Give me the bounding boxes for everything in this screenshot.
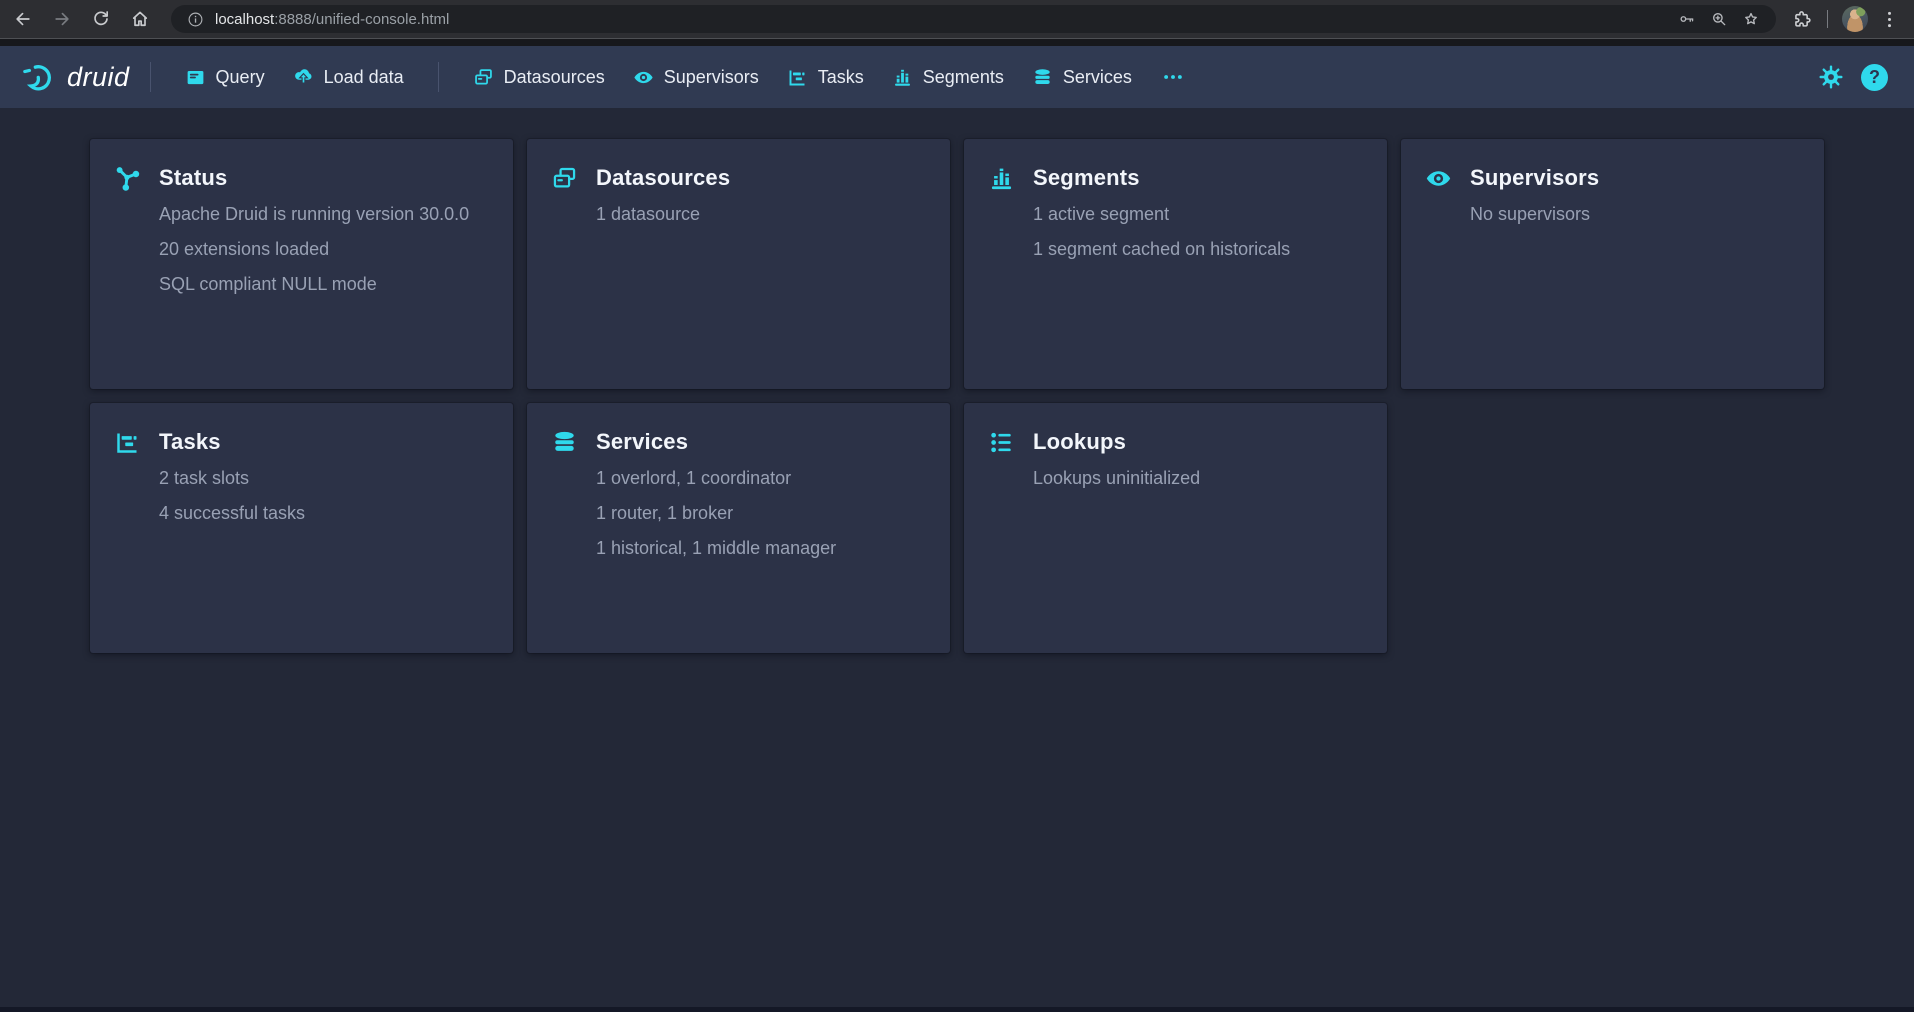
card-datasources[interactable]: Datasources 1 datasource	[527, 139, 950, 389]
nav-item-services[interactable]: Services	[1032, 67, 1132, 88]
site-info-icon[interactable]	[187, 11, 204, 28]
home-button[interactable]	[125, 4, 155, 34]
nav-item-label: Tasks	[818, 67, 864, 88]
status-cards-grid: Status Apache Druid is running version 3…	[90, 139, 1840, 653]
card-line: SQL compliant NULL mode	[159, 267, 489, 302]
card-status[interactable]: Status Apache Druid is running version 3…	[90, 139, 513, 389]
url-host: localhost	[215, 11, 274, 28]
card-segments[interactable]: Segments 1 active segment 1 segment cach…	[964, 139, 1387, 389]
browser-nav-buttons	[8, 4, 155, 34]
card-line: 20 extensions loaded	[159, 232, 489, 267]
druid-swirl-icon	[22, 61, 58, 93]
nav-item-load-data[interactable]: Load data	[293, 67, 404, 88]
extensions-icon[interactable]	[1792, 9, 1813, 30]
profile-avatar[interactable]	[1842, 6, 1868, 32]
browser-toolbar: localhost:8888/unified-console.html	[0, 0, 1914, 38]
card-line: No supervisors	[1470, 197, 1800, 232]
kebab-menu-icon[interactable]	[1879, 9, 1900, 30]
forward-button[interactable]	[47, 4, 77, 34]
navbar-divider	[150, 62, 151, 92]
star-icon[interactable]	[1742, 10, 1760, 28]
card-title: Supervisors	[1470, 163, 1599, 193]
card-line: 1 historical, 1 middle manager	[596, 531, 926, 566]
card-line: 2 task slots	[159, 461, 489, 496]
nav-item-label: Load data	[324, 67, 404, 88]
database-icon	[1032, 67, 1053, 88]
card-line: 1 router, 1 broker	[596, 496, 926, 531]
navbar-right: ?	[1818, 64, 1888, 91]
reload-button[interactable]	[86, 4, 116, 34]
url-path: :8888/unified-console.html	[274, 11, 449, 28]
properties-icon	[988, 429, 1015, 456]
help-button[interactable]: ?	[1861, 64, 1888, 91]
nav-item-datasources[interactable]: Datasources	[473, 67, 605, 88]
card-title: Segments	[1033, 163, 1140, 193]
nav-item-label: Datasources	[504, 67, 605, 88]
settings-button[interactable]	[1818, 64, 1844, 90]
window-gap	[0, 38, 1914, 46]
gear-icon	[1818, 64, 1844, 90]
window-bottom-edge	[0, 1007, 1914, 1012]
nav-item-segments[interactable]: Segments	[892, 67, 1004, 88]
url-text: localhost:8888/unified-console.html	[215, 11, 1678, 28]
cloud-upload-icon	[293, 67, 314, 88]
gantt-chart-icon	[114, 429, 141, 456]
eye-icon	[633, 67, 654, 88]
card-services[interactable]: Services 1 overlord, 1 coordinator 1 rou…	[527, 403, 950, 653]
zoom-in-icon[interactable]	[1710, 10, 1728, 28]
back-button[interactable]	[8, 4, 38, 34]
home-icon	[130, 9, 150, 29]
forward-icon	[52, 9, 72, 29]
nav-item-label: Query	[216, 67, 265, 88]
card-line: 1 active segment	[1033, 197, 1363, 232]
omnibox-actions	[1678, 10, 1760, 28]
browser-window: localhost:8888/unified-console.html drui…	[0, 0, 1914, 653]
nav-item-query[interactable]: Query	[185, 67, 265, 88]
home-view: Status Apache Druid is running version 3…	[0, 108, 1914, 653]
nav-item-label: Segments	[923, 67, 1004, 88]
back-icon	[13, 9, 33, 29]
gantt-chart-icon	[787, 67, 808, 88]
card-line: 4 successful tasks	[159, 496, 489, 531]
key-icon[interactable]	[1678, 10, 1696, 28]
bar-chart-icon	[892, 67, 913, 88]
card-title: Lookups	[1033, 427, 1126, 457]
help-icon: ?	[1869, 67, 1880, 88]
card-line: Apache Druid is running version 30.0.0	[159, 197, 489, 232]
card-title: Datasources	[596, 163, 730, 193]
nav-item-supervisors[interactable]: Supervisors	[633, 67, 759, 88]
toolbar-separator	[1827, 10, 1828, 28]
card-lookups[interactable]: Lookups Lookups uninitialized	[964, 403, 1387, 653]
browser-right-controls	[1792, 6, 1904, 32]
eye-icon	[1425, 165, 1452, 192]
card-line: 1 overlord, 1 coordinator	[596, 461, 926, 496]
nav-overflow-button[interactable]	[1156, 65, 1190, 89]
druid-logo[interactable]: druid	[22, 61, 130, 93]
database-icon	[551, 429, 578, 456]
card-supervisors[interactable]: Supervisors No supervisors	[1401, 139, 1824, 389]
druid-logo-text: druid	[67, 62, 130, 93]
navbar-divider	[438, 62, 439, 92]
nav-item-tasks[interactable]: Tasks	[787, 67, 864, 88]
application-icon	[185, 67, 206, 88]
multi-select-icon	[473, 67, 494, 88]
reload-icon	[91, 9, 111, 29]
card-line: Lookups uninitialized	[1033, 461, 1363, 496]
multi-select-icon	[551, 165, 578, 192]
nav-item-label: Supervisors	[664, 67, 759, 88]
card-title: Tasks	[159, 427, 221, 457]
bar-chart-icon	[988, 165, 1015, 192]
url-bar[interactable]: localhost:8888/unified-console.html	[171, 5, 1776, 33]
more-icon	[1162, 66, 1184, 88]
card-line: 1 segment cached on historicals	[1033, 232, 1363, 267]
nav-item-label: Services	[1063, 67, 1132, 88]
graph-icon	[114, 165, 141, 192]
card-line: 1 datasource	[596, 197, 926, 232]
druid-navbar: druid Query Load data Datasource	[0, 46, 1914, 108]
card-title: Status	[159, 163, 227, 193]
card-title: Services	[596, 427, 688, 457]
card-tasks[interactable]: Tasks 2 task slots 4 successful tasks	[90, 403, 513, 653]
